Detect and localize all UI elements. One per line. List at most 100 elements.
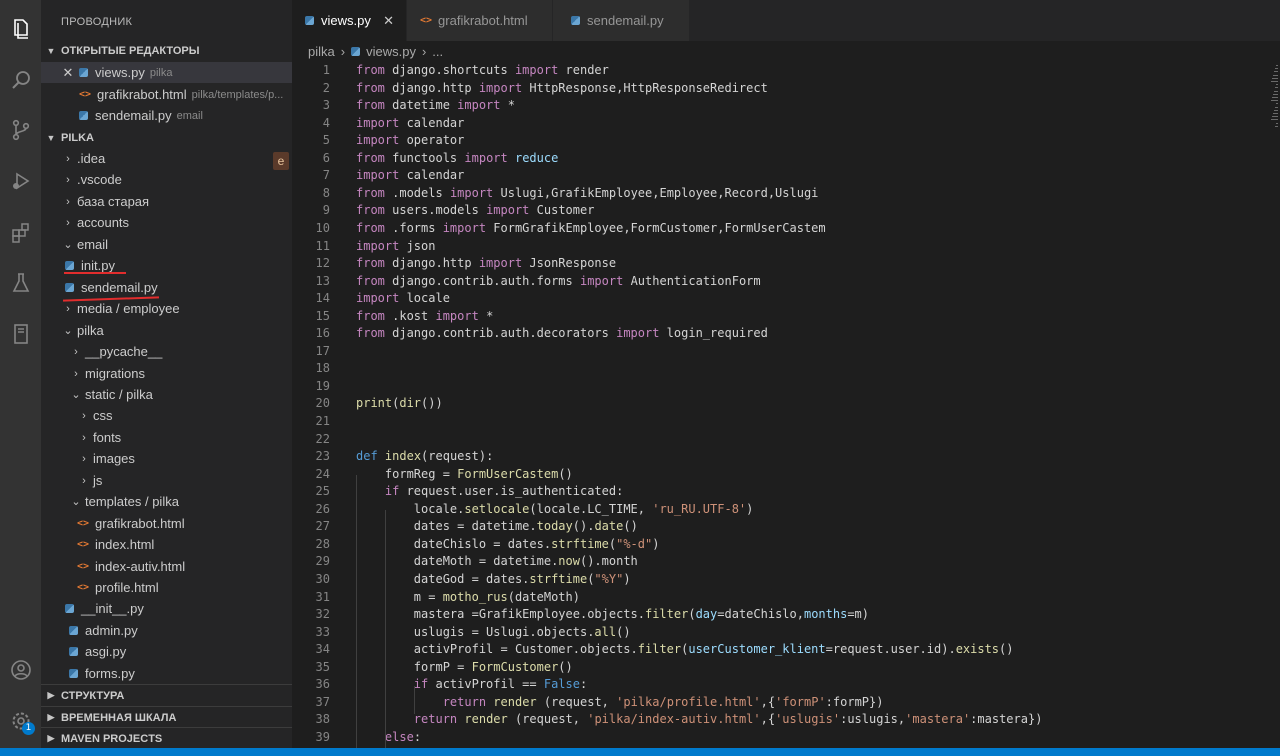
tree-file[interactable]: <> index-autiv.html <box>41 556 292 577</box>
code-line[interactable]: import operator <box>356 132 464 150</box>
code-line[interactable]: def index(request): <box>356 448 493 466</box>
open-editor-item[interactable]: <> grafikrabot.html pilka/templates/p... <box>41 84 292 105</box>
tree-folder[interactable]: › media / employee <box>41 298 292 319</box>
code-line[interactable]: from .forms import FormGrafikEmployee,Fo… <box>356 220 826 238</box>
files-icon[interactable] <box>0 8 41 49</box>
tree-file[interactable]: sendemail.py <box>41 277 292 298</box>
python-file-icon <box>79 68 88 77</box>
run-debug-icon[interactable] <box>0 160 41 201</box>
settings-gear-icon[interactable]: 1 <box>0 700 41 741</box>
breadcrumb: pilka › views.py › ... <box>292 41 1280 61</box>
close-icon[interactable]: ✕ <box>383 13 394 29</box>
code-line[interactable]: import json <box>356 238 435 256</box>
code-line[interactable]: import locale <box>356 290 450 308</box>
tree-folder[interactable]: › база старая <box>41 191 292 212</box>
tab-sendemail-py[interactable]: sendemail.py <box>553 0 689 41</box>
code-line[interactable]: import calendar <box>356 167 464 185</box>
search-icon[interactable] <box>0 59 41 100</box>
tree-folder[interactable]: ⌄ static / pilka <box>41 384 292 405</box>
code-line[interactable]: activProfil = Customer.objects.filter(us… <box>356 641 1014 659</box>
tree-file[interactable]: __init__.py <box>41 598 292 619</box>
html-file-icon: <> <box>79 89 92 100</box>
breadcrumb-file[interactable]: views.py <box>366 44 416 59</box>
indent-guide <box>414 686 415 714</box>
code-line[interactable]: if activProfil == False: <box>356 676 587 694</box>
code-line[interactable]: return render (request, 'pilka/index-aut… <box>356 711 1043 729</box>
maven-panel-header[interactable]: ▶ MAVEN PROJECTS <box>41 727 292 748</box>
code-line[interactable]: print(dir()) <box>356 395 443 413</box>
code-line[interactable]: from django.http import JsonResponse <box>356 255 616 273</box>
extensions-icon[interactable] <box>0 212 41 253</box>
html-file-icon: <> <box>77 582 90 593</box>
tree-folder[interactable]: › __pycache__ <box>41 341 292 362</box>
minimap-line <box>1271 100 1278 102</box>
tree-folder[interactable]: › images <box>41 448 292 469</box>
tree-folder[interactable]: ⌄ templates / pilka <box>41 491 292 512</box>
code-line[interactable]: if request.user.is_authenticated: <box>356 483 623 501</box>
line-number: 23 <box>315 449 330 464</box>
open-editors-header[interactable]: ▼ ОТКРЫТЫЕ РЕДАКТОРЫ <box>41 40 292 61</box>
code-line[interactable]: mastera =GrafikEmployee.objects.filter(d… <box>356 606 869 624</box>
breadcrumb-more[interactable]: ... <box>432 44 443 59</box>
tree-folder[interactable]: ⌄ email <box>41 234 292 255</box>
code-line[interactable]: dateGod = dates.strftime("%Y") <box>356 571 631 589</box>
python-file-icon <box>69 647 78 656</box>
code-line[interactable]: from .kost import * <box>356 308 493 326</box>
tree-folder[interactable]: ⌄ pilka <box>41 320 292 341</box>
tree-folder[interactable]: › .vscode <box>41 169 292 190</box>
chevron-right-icon: › <box>66 195 70 208</box>
code-line[interactable]: from datetime import * <box>356 97 515 115</box>
source-control-icon[interactable] <box>0 109 41 150</box>
project-header[interactable]: ▼ PILKA <box>41 127 292 148</box>
code-line[interactable]: from users.models import Customer <box>356 202 594 220</box>
open-editor-item[interactable]: sendemail.py email <box>41 105 292 126</box>
code-line[interactable]: from django.http import HttpResponse,Htt… <box>356 80 768 98</box>
code-line[interactable]: dates = datetime.today().date() <box>356 518 638 536</box>
tree-file[interactable]: admin.py <box>41 620 292 641</box>
tree-folder[interactable]: › accounts <box>41 212 292 233</box>
tree-folder[interactable]: › css <box>41 405 292 426</box>
tree-folder[interactable]: › migrations <box>41 363 292 384</box>
code-line[interactable]: from functools import reduce <box>356 150 558 168</box>
tree-folder[interactable]: › js <box>41 470 292 491</box>
close-icon[interactable]: ✕ <box>61 65 75 81</box>
code-line[interactable]: return render (request, 'pilka/profile.h… <box>356 694 884 712</box>
code-line[interactable]: formReg = FormUserCastem() <box>356 466 573 484</box>
code-line[interactable]: import calendar <box>356 115 464 133</box>
book-icon[interactable] <box>0 313 41 354</box>
tree-file[interactable]: asgi.py <box>41 641 292 662</box>
testing-icon[interactable] <box>0 262 41 303</box>
tree-item-label: база старая <box>77 194 150 209</box>
code-line[interactable]: from django.contrib.auth.forms import Au… <box>356 273 761 291</box>
outline-panel-header[interactable]: ▶ СТРУКТУРА <box>41 684 292 706</box>
tab-grafikrabot-html[interactable]: <> grafikrabot.html <box>407 0 552 41</box>
code-line[interactable]: else: <box>356 729 421 747</box>
code-editor[interactable]: 1 2 3 4 5 6 7 8 9 10 11 12 13 14 15 16 17 18 19 20 21 22 23 24 2… <box>292 61 1280 748</box>
code-line[interactable]: dateChislo = dates.strftime("%-d") <box>356 536 660 554</box>
code-line[interactable]: uslugis = Uslugi.objects.all() <box>356 624 631 642</box>
decoration-badge: e <box>273 152 289 170</box>
tree-file[interactable]: <> profile.html <box>41 577 292 598</box>
tab-views-py[interactable]: views.py ✕ <box>292 0 406 41</box>
tree-file[interactable]: <> index.html <box>41 534 292 555</box>
code-line[interactable]: from .models import Uslugi,GrafikEmploye… <box>356 185 818 203</box>
tree-file[interactable]: <> grafikrabot.html <box>41 513 292 534</box>
code-line[interactable]: locale.setlocale(locale.LC_TIME, 'ru_RU.… <box>356 501 754 519</box>
minimap[interactable] <box>1270 61 1280 748</box>
breadcrumb-folder[interactable]: pilka <box>308 44 335 59</box>
code-line[interactable]: m = motho_rus(dateMoth) <box>356 589 580 607</box>
code-line[interactable]: dateMoth = datetime.now().month <box>356 553 638 571</box>
account-icon[interactable] <box>0 649 41 690</box>
tree-item-label: .idea <box>77 151 106 166</box>
code-line[interactable]: from django.shortcuts import render <box>356 62 609 80</box>
line-number: 26 <box>315 501 330 516</box>
code-line[interactable]: from django.contrib.auth.decorators impo… <box>356 325 768 343</box>
line-number: 6 <box>322 150 330 165</box>
code-line[interactable]: formP = FormCustomer() <box>356 659 573 677</box>
open-editor-item[interactable]: ✕ views.py pilka <box>41 62 292 83</box>
tree-folder[interactable]: › .idea <box>41 148 292 169</box>
tree-file[interactable]: forms.py <box>41 663 292 684</box>
tree-folder[interactable]: › fonts <box>41 427 292 448</box>
timeline-panel-header[interactable]: ▶ ВРЕМЕННАЯ ШКАЛА <box>41 706 292 728</box>
html-file-icon: <> <box>77 561 90 572</box>
